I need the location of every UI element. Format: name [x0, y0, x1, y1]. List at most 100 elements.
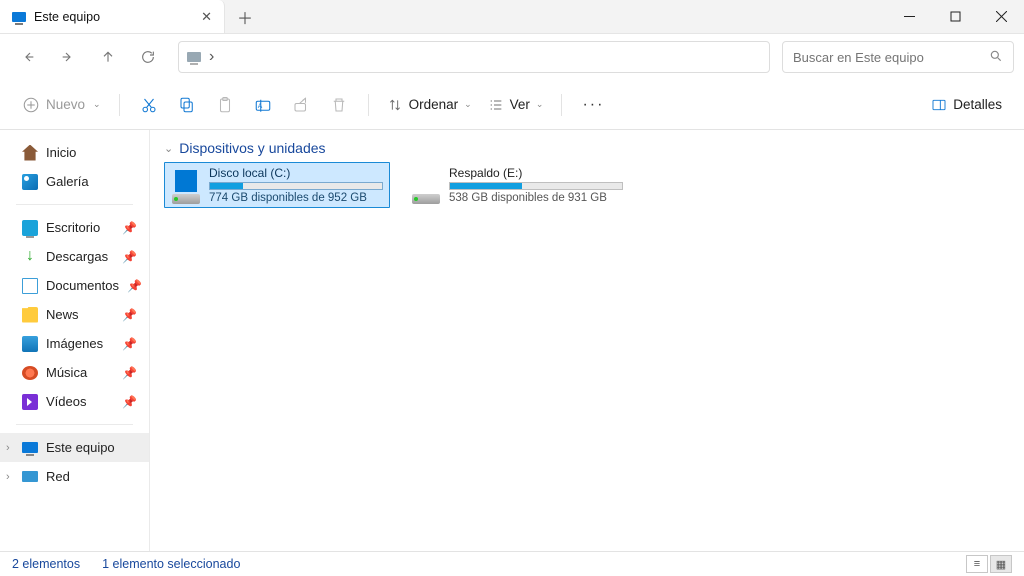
chevron-right-icon: ›: [6, 471, 10, 483]
view-label: Ver: [510, 97, 530, 112]
maximize-button[interactable]: [932, 0, 978, 33]
chevron-right-icon: ›: [6, 442, 10, 454]
minimize-button[interactable]: [886, 0, 932, 33]
pin-icon: 📌: [122, 395, 137, 409]
tiles-view-button[interactable]: ▦: [990, 555, 1012, 573]
home-icon: [22, 145, 38, 161]
document-icon: [22, 278, 38, 294]
address-bar[interactable]: ›: [178, 41, 770, 73]
cut-button[interactable]: [130, 89, 168, 121]
drive-space: 774 GB disponibles de 952 GB: [209, 192, 383, 204]
pin-icon: 📌: [122, 366, 137, 380]
download-icon: ↓: [22, 249, 38, 265]
sidebar-item-news[interactable]: News 📌: [0, 300, 149, 329]
drive-name: Disco local (C:): [209, 166, 383, 180]
sidebar: Inicio Galería Escritorio 📌 ↓Descargas📌 D…: [0, 130, 150, 551]
sidebar-item-desktop[interactable]: Escritorio 📌: [0, 213, 149, 242]
sidebar-item-network[interactable]: ›Red: [0, 462, 149, 491]
details-pane-button[interactable]: Detalles: [923, 93, 1010, 117]
pc-icon: [22, 442, 38, 453]
copy-button[interactable]: [168, 89, 206, 121]
sidebar-label: Este equipo: [46, 440, 115, 455]
search-box[interactable]: [782, 41, 1014, 73]
pin-icon: 📌: [127, 279, 142, 293]
pc-icon: [12, 12, 26, 22]
refresh-button[interactable]: [130, 42, 166, 72]
new-button[interactable]: Nuevo ⌄: [14, 92, 109, 118]
sidebar-label: Galería: [46, 174, 89, 189]
up-button[interactable]: [90, 42, 126, 72]
tab-este-equipo[interactable]: Este equipo ✕: [0, 0, 225, 33]
windows-logo-icon: [175, 170, 197, 192]
details-view-button[interactable]: ≡: [966, 555, 988, 573]
drive-icon: [411, 166, 441, 204]
close-button[interactable]: [978, 0, 1024, 33]
group-header[interactable]: ⌄ Dispositivos y unidades: [164, 140, 1010, 156]
status-bar: 2 elementos 1 elemento seleccionado ≡ ▦: [0, 551, 1024, 576]
window-controls: [886, 0, 1024, 33]
desktop-icon: [22, 220, 38, 236]
video-icon: [22, 394, 38, 410]
separator: [16, 424, 133, 425]
drive-item[interactable]: Respaldo (E:) 538 GB disponibles de 931 G…: [404, 162, 630, 208]
capacity-bar: [209, 182, 383, 190]
chevron-down-icon: ⌄: [464, 99, 472, 110]
new-label: Nuevo: [46, 97, 85, 112]
view-button[interactable]: Ver ⌄: [480, 93, 552, 117]
search-input[interactable]: [793, 50, 989, 65]
sidebar-label: Imágenes: [46, 336, 103, 351]
sidebar-label: Vídeos: [46, 394, 86, 409]
main-content: ⌄ Dispositivos y unidades Disco local (C…: [150, 130, 1024, 551]
chevron-right-icon: ›: [209, 48, 214, 66]
new-tab-button[interactable]: ＋: [225, 0, 265, 33]
more-button[interactable]: ···: [572, 92, 614, 118]
pin-icon: 📌: [122, 308, 137, 322]
separator: [119, 94, 120, 116]
hdd-icon: [412, 194, 440, 204]
drive-icon: [171, 166, 201, 204]
pin-icon: 📌: [122, 221, 137, 235]
network-icon: [22, 471, 38, 482]
pin-icon: 📌: [122, 250, 137, 264]
pin-icon: 📌: [122, 337, 137, 351]
drive-name: Respaldo (E:): [449, 166, 623, 180]
svg-text:A: A: [257, 103, 262, 110]
separator: [561, 94, 562, 116]
share-button[interactable]: [282, 89, 320, 121]
sidebar-item-documents[interactable]: Documentos 📌: [0, 271, 149, 300]
navbar: ›: [0, 34, 1024, 80]
back-button[interactable]: [10, 42, 46, 72]
sidebar-label: Escritorio: [46, 220, 100, 235]
details-label: Detalles: [953, 97, 1002, 112]
sidebar-label: Música: [46, 365, 87, 380]
rename-button[interactable]: A: [244, 89, 282, 121]
forward-button[interactable]: [50, 42, 86, 72]
separator: [368, 94, 369, 116]
sidebar-item-videos[interactable]: Vídeos 📌: [0, 387, 149, 416]
sidebar-item-this-pc[interactable]: › Este equipo: [0, 433, 149, 462]
tab-title: Este equipo: [34, 10, 100, 24]
search-icon: [989, 49, 1003, 66]
sidebar-item-music[interactable]: Música 📌: [0, 358, 149, 387]
sort-button[interactable]: Ordenar ⌄: [379, 93, 480, 117]
sidebar-item-home[interactable]: Inicio: [0, 138, 149, 167]
sidebar-label: News: [46, 307, 79, 322]
status-count: 2 elementos: [12, 557, 80, 571]
paste-button[interactable]: [206, 89, 244, 121]
toolbar: Nuevo ⌄ A Ordenar ⌄ Ver ⌄ ··· Detalles: [0, 80, 1024, 130]
tab-close-icon[interactable]: ✕: [201, 9, 212, 25]
pc-icon: [187, 52, 201, 62]
drive-item[interactable]: Disco local (C:) 774 GB disponibles de 95…: [164, 162, 390, 208]
drive-space: 538 GB disponibles de 931 GB: [449, 192, 623, 204]
delete-button[interactable]: [320, 89, 358, 121]
sidebar-item-images[interactable]: Imágenes 📌: [0, 329, 149, 358]
sidebar-label: Inicio: [46, 145, 76, 160]
drives-list: Disco local (C:) 774 GB disponibles de 95…: [164, 162, 1010, 208]
capacity-bar: [449, 182, 623, 190]
hdd-icon: [172, 194, 200, 204]
sidebar-item-gallery[interactable]: Galería: [0, 167, 149, 196]
sidebar-item-downloads[interactable]: ↓Descargas📌: [0, 242, 149, 271]
sidebar-label: Documentos: [46, 278, 119, 293]
separator: [16, 204, 133, 205]
music-icon: [22, 366, 38, 380]
